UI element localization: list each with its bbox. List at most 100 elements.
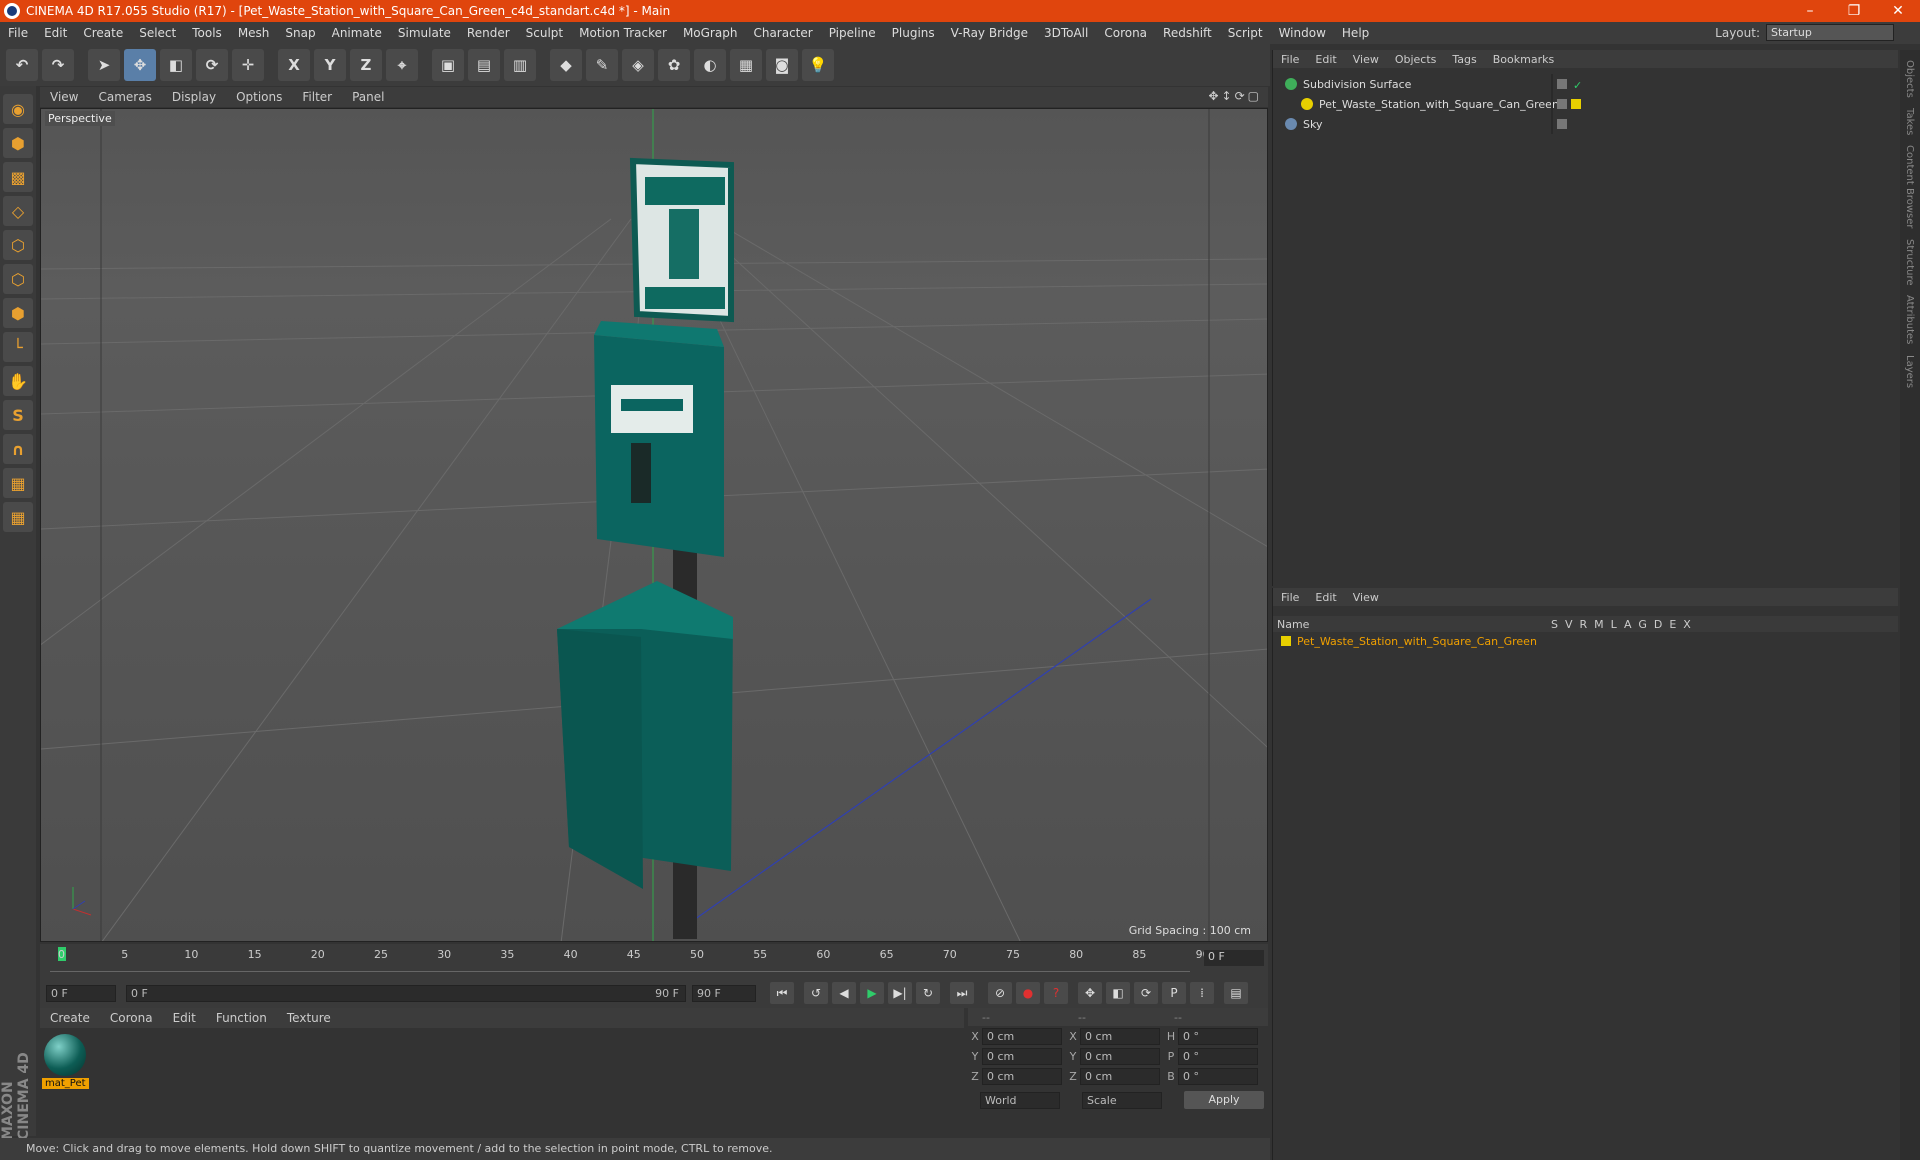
menu-item-plugins[interactable]: Plugins — [884, 26, 943, 40]
menu-item-edit[interactable]: Edit — [36, 26, 75, 40]
coord-mode-dropdown[interactable]: Scale — [1082, 1091, 1162, 1109]
viewport-menu-cameras[interactable]: Cameras — [88, 90, 161, 104]
goto-end-button[interactable]: ⏭ — [950, 982, 974, 1004]
coordinate-system-button[interactable]: ⌖ — [386, 49, 418, 81]
menu-item-redshift[interactable]: Redshift — [1155, 26, 1220, 40]
menu-item-tools[interactable]: Tools — [184, 26, 230, 40]
menu-item-motion-tracker[interactable]: Motion Tracker — [571, 26, 675, 40]
material-preview[interactable] — [44, 1034, 86, 1076]
scale-tool-button[interactable]: ◧ — [160, 49, 192, 81]
viewport-menu-view[interactable]: View — [40, 90, 88, 104]
light-object-button[interactable]: 💡 — [802, 49, 834, 81]
autokey-button[interactable]: ? — [1044, 982, 1068, 1004]
layer-menu-edit[interactable]: Edit — [1307, 591, 1344, 604]
object-row[interactable]: Sky — [1273, 114, 1898, 134]
viewport-menu-options[interactable]: Options — [226, 90, 292, 104]
menu-item-snap[interactable]: Snap — [277, 26, 323, 40]
cube-object-button[interactable]: ◆ — [550, 49, 582, 81]
restore-button[interactable]: ❐ — [1832, 3, 1876, 19]
coord-value-field[interactable]: 0 cm — [982, 1067, 1062, 1085]
coord-value-field[interactable]: 0 cm — [1080, 1047, 1160, 1065]
coord-value-field[interactable]: 0 cm — [1080, 1067, 1160, 1085]
z-axis-button[interactable]: Z — [350, 49, 382, 81]
visibility-toggle-icon[interactable] — [1557, 79, 1567, 89]
side-tab-structure[interactable]: Structure — [1904, 239, 1915, 286]
material-name-label[interactable]: mat_Pet — [42, 1078, 89, 1089]
enabled-check-icon[interactable]: ✓ — [1573, 79, 1583, 92]
timeline[interactable]: 0 5 10 15 20 25 30 35 40 45 50 55 60 65 70 75 80 85 90 0 F — [40, 944, 1268, 980]
deformer-button[interactable]: ◐ — [694, 49, 726, 81]
timeline-ruler[interactable]: 0 5 10 15 20 25 30 35 40 45 50 55 60 65 70 75 80 85 90 — [50, 944, 1210, 972]
menu-item-character[interactable]: Character — [745, 26, 820, 40]
points-mode-icon[interactable]: ⬡ — [3, 230, 33, 260]
next-key-button[interactable]: ↻ — [916, 982, 940, 1004]
motion-path-icon[interactable]: ⊘ — [988, 982, 1012, 1004]
material-menu-texture[interactable]: Texture — [277, 1011, 341, 1025]
coord-value-field[interactable]: 0 ° — [1178, 1047, 1258, 1065]
side-tab-attributes[interactable]: Attributes — [1904, 295, 1915, 344]
close-button[interactable]: ✕ — [1876, 3, 1920, 19]
key-rotation-icon[interactable]: ⟳ — [1134, 982, 1158, 1004]
x-axis-button[interactable]: X — [278, 49, 310, 81]
menu-item-select[interactable]: Select — [131, 26, 184, 40]
polygons-mode-icon[interactable]: ⬢ — [3, 298, 33, 328]
side-tab-objects[interactable]: Objects — [1904, 60, 1915, 98]
side-tab-layers[interactable]: Layers — [1904, 355, 1915, 388]
snap-icon[interactable]: S — [3, 400, 33, 430]
menu-item-sculpt[interactable]: Sculpt — [518, 26, 571, 40]
material-menu-corona[interactable]: Corona — [100, 1011, 163, 1025]
object-menu-edit[interactable]: Edit — [1307, 53, 1344, 66]
coord-value-field[interactable]: 0 cm — [982, 1027, 1062, 1045]
menu-item-help[interactable]: Help — [1334, 26, 1377, 40]
make-editable-icon[interactable]: ◉ — [3, 94, 33, 124]
render-settings-button[interactable]: ▥ — [504, 49, 536, 81]
menu-item-create[interactable]: Create — [75, 26, 131, 40]
key-position-icon[interactable]: ✥ — [1078, 982, 1102, 1004]
menu-item-window[interactable]: Window — [1271, 26, 1334, 40]
material-menu-edit[interactable]: Edit — [163, 1011, 206, 1025]
move-tool-button[interactable]: ✥ — [124, 49, 156, 81]
object-menu-view[interactable]: View — [1345, 53, 1387, 66]
menu-item-animate[interactable]: Animate — [324, 26, 390, 40]
object-menu-bookmarks[interactable]: Bookmarks — [1485, 53, 1562, 66]
key-pla-icon[interactable]: ⁞ — [1190, 982, 1214, 1004]
axis-mode-icon[interactable]: └ — [3, 332, 33, 362]
y-axis-button[interactable]: Y — [314, 49, 346, 81]
pen-spline-button[interactable]: ✎ — [586, 49, 618, 81]
viewport-nav-icons[interactable]: ✥↕⟳▢ — [1208, 89, 1262, 103]
render-view-button[interactable]: ▣ — [432, 49, 464, 81]
menu-item-file[interactable]: File — [0, 26, 36, 40]
play-button[interactable]: ▶ — [860, 982, 884, 1004]
menu-item-3dtoall[interactable]: 3DToAll — [1036, 26, 1096, 40]
undo-button[interactable]: ↶ — [6, 49, 38, 81]
subdivision-button[interactable]: ◈ — [622, 49, 654, 81]
object-name[interactable]: Pet_Waste_Station_with_Square_Can_Green — [1319, 98, 1559, 111]
side-tab-content-browser[interactable]: Content Browser — [1904, 145, 1915, 228]
layer-color-tag[interactable] — [1571, 99, 1581, 109]
layer-row[interactable]: Pet_Waste_Station_with_Square_Can_Green — [1273, 632, 1898, 650]
side-tab-takes[interactable]: Takes — [1904, 108, 1915, 135]
material-menu-function[interactable]: Function — [206, 1011, 277, 1025]
texture-mode-icon[interactable]: ▩ — [3, 162, 33, 192]
rotate-tool-button[interactable]: ⟳ — [196, 49, 228, 81]
visibility-toggle-icon[interactable] — [1557, 99, 1567, 109]
object-row[interactable]: Pet_Waste_Station_with_Square_Can_Green — [1273, 94, 1898, 114]
lock-workplane-icon[interactable]: ▦ — [3, 468, 33, 498]
end-frame-field[interactable]: 90 F — [692, 984, 756, 1002]
workplane-icon[interactable]: ▦ — [3, 502, 33, 532]
record-keyframe-button[interactable]: ● — [1016, 982, 1040, 1004]
coord-value-field[interactable]: 0 cm — [1080, 1027, 1160, 1045]
edges-mode-icon[interactable]: ⬡ — [3, 264, 33, 294]
model-mode-icon[interactable]: ⬢ — [3, 128, 33, 158]
menu-item-mesh[interactable]: Mesh — [230, 26, 278, 40]
menu-item-corona[interactable]: Corona — [1096, 26, 1155, 40]
render-picture-viewer-button[interactable]: ▤ — [468, 49, 500, 81]
coord-space-dropdown[interactable]: World — [980, 1091, 1060, 1109]
menu-item-pipeline[interactable]: Pipeline — [821, 26, 884, 40]
workplane-mode-icon[interactable]: ◇ — [3, 196, 33, 226]
object-menu-file[interactable]: File — [1273, 53, 1307, 66]
select-tool-button[interactable]: ➤ — [88, 49, 120, 81]
next-frame-button[interactable]: ▶| — [888, 982, 912, 1004]
timeline-window-icon[interactable]: ▤ — [1224, 982, 1248, 1004]
menu-item-mograph[interactable]: MoGraph — [675, 26, 746, 40]
